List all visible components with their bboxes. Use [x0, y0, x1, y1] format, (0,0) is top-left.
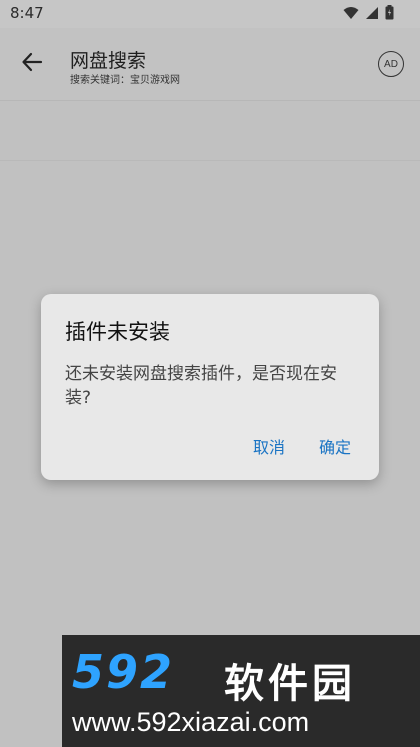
- back-button[interactable]: [18, 50, 46, 78]
- wifi-icon: [343, 5, 359, 24]
- watermark-brand-number: 592: [72, 645, 175, 699]
- ad-button[interactable]: AD: [378, 51, 404, 77]
- confirm-button[interactable]: 确定: [319, 434, 351, 458]
- dialog-message: 还未安装网盘搜索插件，是否现在安装?: [65, 364, 337, 408]
- battery-icon: [385, 5, 394, 24]
- content-divider: [0, 160, 420, 161]
- signal-icon: [365, 5, 379, 24]
- watermark: 592 软件园 www.592xiazai.com: [62, 635, 420, 747]
- watermark-brand-text: 软件园: [224, 661, 356, 707]
- watermark-url: www.592xiazai.com: [72, 707, 310, 737]
- dialog-title: 插件未安装: [65, 320, 170, 344]
- plugin-not-installed-dialog: 插件未安装 还未安装网盘搜索插件，是否现在安装? 取消 确定: [41, 294, 379, 480]
- status-time: 8:47: [10, 4, 44, 22]
- page-subtitle: 搜索关键词：宝贝游戏网: [70, 75, 180, 86]
- page-title: 网盘搜索: [70, 50, 147, 72]
- dialog-actions: 取消 确定: [253, 434, 351, 458]
- status-bar: 8:47: [0, 0, 420, 28]
- arrow-back-icon: [21, 51, 43, 77]
- status-icons: [343, 5, 394, 24]
- app-bar: 网盘搜索 搜索关键词：宝贝游戏网 AD: [0, 28, 420, 101]
- cancel-button[interactable]: 取消: [253, 434, 285, 458]
